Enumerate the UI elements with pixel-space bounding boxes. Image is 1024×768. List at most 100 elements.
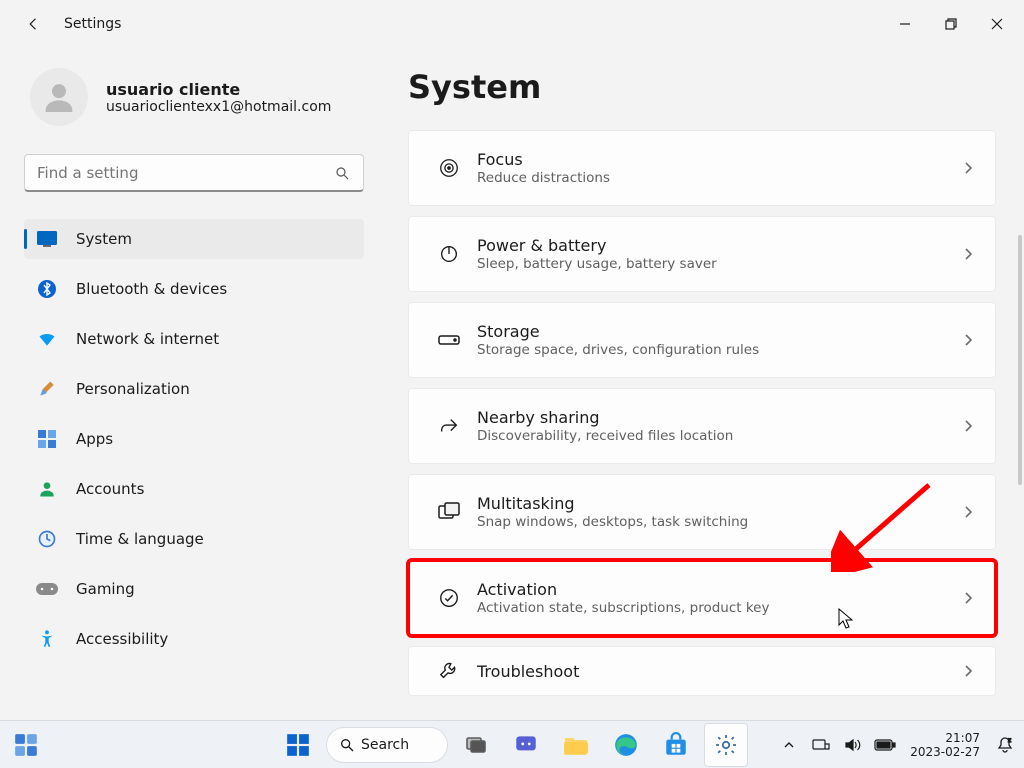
share-icon: [429, 415, 469, 437]
nav-label: Apps: [76, 430, 113, 448]
tile-activation[interactable]: ActivationActivation state, subscription…: [408, 560, 996, 636]
check-circle-icon: [429, 587, 469, 609]
nav-item-accessibility[interactable]: Accessibility: [24, 619, 364, 659]
window-title: Settings: [64, 16, 121, 32]
nav-label: Accounts: [76, 480, 144, 498]
storage-icon: [429, 333, 469, 347]
clock-globe-icon: [36, 528, 58, 550]
search-box[interactable]: [24, 154, 364, 192]
chevron-right-icon: [959, 664, 977, 678]
tray-battery-icon[interactable]: [874, 734, 896, 756]
taskbar-store[interactable]: [654, 723, 698, 767]
paintbrush-icon: [36, 378, 58, 400]
power-icon: [429, 243, 469, 265]
content-panel: System FocusReduce distractions Power & …: [380, 48, 1024, 720]
nav-label: Gaming: [76, 580, 135, 598]
avatar: [30, 68, 88, 126]
nav-label: System: [76, 230, 132, 248]
settings-list: FocusReduce distractions Power & battery…: [408, 130, 996, 702]
task-view-button[interactable]: [454, 723, 498, 767]
tile-focus[interactable]: FocusReduce distractions: [408, 130, 996, 206]
nav-item-network[interactable]: Network & internet: [24, 319, 364, 359]
tile-title: Nearby sharing: [477, 408, 959, 427]
nav-item-gaming[interactable]: Gaming: [24, 569, 364, 609]
search-icon: [339, 737, 355, 753]
maximize-button[interactable]: [928, 8, 974, 40]
nav-item-apps[interactable]: Apps: [24, 419, 364, 459]
svg-text:z: z: [1008, 737, 1011, 744]
start-button[interactable]: [276, 723, 320, 767]
wifi-icon: [36, 328, 58, 350]
search-icon: [329, 165, 355, 181]
nav-label: Accessibility: [76, 630, 168, 648]
taskbar-explorer[interactable]: [554, 723, 598, 767]
titlebar: Settings: [0, 0, 1024, 48]
tray-clock[interactable]: 21:07 2023-02-27: [906, 731, 984, 759]
tray-volume-icon[interactable]: [842, 734, 864, 756]
nav-label: Bluetooth & devices: [76, 280, 227, 298]
bluetooth-icon: [36, 278, 58, 300]
taskbar-chat[interactable]: [504, 723, 548, 767]
tile-power-battery[interactable]: Power & batterySleep, battery usage, bat…: [408, 216, 996, 292]
nav-item-accounts[interactable]: Accounts: [24, 469, 364, 509]
tile-desc: Reduce distractions: [477, 170, 959, 186]
page-title: System: [408, 68, 996, 106]
taskbar: Search 21:07 2023-02-27 z: [0, 720, 1024, 768]
sidebar: usuario cliente usuarioclientexx1@hotmai…: [0, 48, 380, 720]
tile-title: Troubleshoot: [477, 662, 959, 681]
nav-label: Personalization: [76, 380, 190, 398]
taskbar-search-label: Search: [361, 737, 409, 753]
focus-icon: [429, 157, 469, 179]
accessibility-icon: [36, 628, 58, 650]
search-input[interactable]: [37, 164, 329, 182]
sidebar-scrollbar[interactable]: [1018, 235, 1022, 655]
close-button[interactable]: [974, 8, 1020, 40]
tray-date: 2023-02-27: [910, 745, 980, 759]
gamepad-icon: [36, 578, 58, 600]
taskbar-edge[interactable]: [604, 723, 648, 767]
chevron-right-icon: [959, 505, 977, 519]
tile-troubleshoot[interactable]: Troubleshoot: [408, 646, 996, 696]
tile-storage[interactable]: StorageStorage space, drives, configurat…: [408, 302, 996, 378]
user-email: usuarioclientexx1@hotmail.com: [106, 99, 331, 115]
nav-item-system[interactable]: System: [24, 219, 364, 259]
tile-multitasking[interactable]: MultitaskingSnap windows, desktops, task…: [408, 474, 996, 550]
nav-item-personalization[interactable]: Personalization: [24, 369, 364, 409]
user-header[interactable]: usuario cliente usuarioclientexx1@hotmai…: [24, 68, 370, 126]
display-icon: [36, 228, 58, 250]
tile-title: Storage: [477, 322, 959, 341]
tile-desc: Activation state, subscriptions, product…: [477, 600, 959, 616]
troubleshoot-icon: [429, 660, 469, 682]
user-name: usuario cliente: [106, 80, 331, 99]
tile-title: Power & battery: [477, 236, 959, 255]
nav-label: Time & language: [76, 530, 204, 548]
chevron-right-icon: [959, 161, 977, 175]
nav-item-bluetooth[interactable]: Bluetooth & devices: [24, 269, 364, 309]
nav-list: System Bluetooth & devices Network & int…: [24, 214, 370, 664]
back-button[interactable]: [16, 6, 52, 42]
widgets-button[interactable]: [4, 723, 48, 767]
nav-label: Network & internet: [76, 330, 219, 348]
chevron-right-icon: [959, 333, 977, 347]
tray-network-icon[interactable]: [810, 734, 832, 756]
chevron-right-icon: [959, 247, 977, 261]
tray-overflow[interactable]: [778, 734, 800, 756]
taskbar-settings[interactable]: [704, 723, 748, 767]
tile-desc: Discoverability, received files location: [477, 428, 959, 444]
chevron-right-icon: [959, 419, 977, 433]
tray-time: 21:07: [910, 731, 980, 745]
chevron-right-icon: [959, 591, 977, 605]
tile-title: Activation: [477, 580, 959, 599]
person-icon: [36, 478, 58, 500]
tray-notifications-icon[interactable]: z: [994, 734, 1016, 756]
tile-desc: Sleep, battery usage, battery saver: [477, 256, 959, 272]
apps-icon: [36, 428, 58, 450]
multitasking-icon: [429, 502, 469, 522]
nav-item-time-language[interactable]: Time & language: [24, 519, 364, 559]
minimize-button[interactable]: [882, 8, 928, 40]
taskbar-search[interactable]: Search: [326, 727, 448, 763]
tile-desc: Storage space, drives, configuration rul…: [477, 342, 959, 358]
tile-title: Multitasking: [477, 494, 959, 513]
tile-desc: Snap windows, desktops, task switching: [477, 514, 959, 530]
tile-nearby-sharing[interactable]: Nearby sharingDiscoverability, received …: [408, 388, 996, 464]
